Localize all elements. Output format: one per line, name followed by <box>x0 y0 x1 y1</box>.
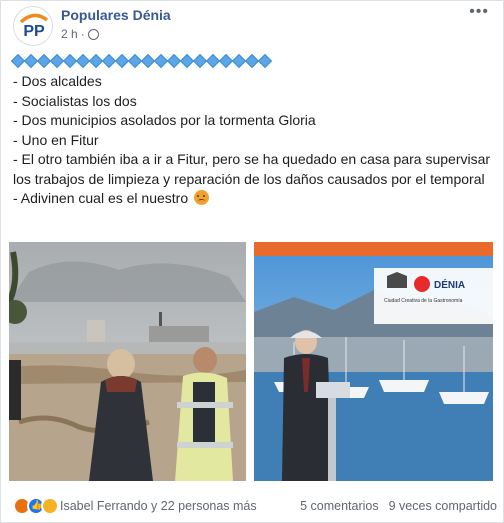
post-line: - Socialistas los dos <box>13 92 137 109</box>
globe-icon <box>87 28 99 40</box>
storm-beach-photo-icon <box>9 242 246 481</box>
post-line: - Dos alcaldes <box>13 73 102 89</box>
angry-face-icon <box>194 190 209 205</box>
engagement-bar: Isabel Ferrando y 22 personas más 5 come… <box>13 497 497 515</box>
post-line: - El otro también iba a ir a Fitur, pero… <box>13 151 491 187</box>
svg-text:PP: PP <box>23 23 45 40</box>
post-line: - Uno en Fitur <box>13 131 99 148</box>
post-line: - Adivinen cual es el nuestro <box>13 190 189 206</box>
banner-brand-text: DÉNIA <box>434 278 465 291</box>
diamond-emoji-row <box>10 53 273 69</box>
post-timestamp[interactable]: 2 h <box>61 27 78 41</box>
fitur-speech-photo-icon: DÉNIA Ciudad Creativa de la Gastronomía <box>254 242 493 481</box>
reaction-names-link[interactable]: Isabel Ferrando y 22 personas más <box>60 499 257 513</box>
post-line-last: - Adivinen cual es el nuestro <box>13 189 497 209</box>
post-meta: 2 h · <box>61 27 99 41</box>
more-options-button[interactable]: ••• <box>469 3 489 21</box>
reactions-summary[interactable] <box>13 497 59 515</box>
photo-storm-beach[interactable] <box>9 242 246 481</box>
banner-subtitle-text: Ciudad Creativa de la Gastronomía <box>384 298 463 304</box>
blue-diamond-icon <box>257 53 273 69</box>
pp-logo-icon: PP <box>15 8 52 45</box>
page-name-link[interactable]: Populares Dénia <box>61 7 171 23</box>
post-body: - Dos alcaldes - Socialistas los dos - D… <box>13 72 497 209</box>
page-avatar[interactable]: PP <box>13 6 53 46</box>
comments-count-link[interactable]: 5 comentarios <box>300 499 379 513</box>
post-card: PP Populares Dénia 2 h · ••• - Dos alcal… <box>0 0 504 523</box>
post-line: - Dos municipios asolados por la torment… <box>13 112 316 128</box>
photo-fitur-speech[interactable]: DÉNIA Ciudad Creativa de la Gastronomía <box>254 242 493 481</box>
haha-reaction-icon <box>41 497 59 515</box>
shares-count-link[interactable]: 9 veces compartido <box>389 499 497 513</box>
